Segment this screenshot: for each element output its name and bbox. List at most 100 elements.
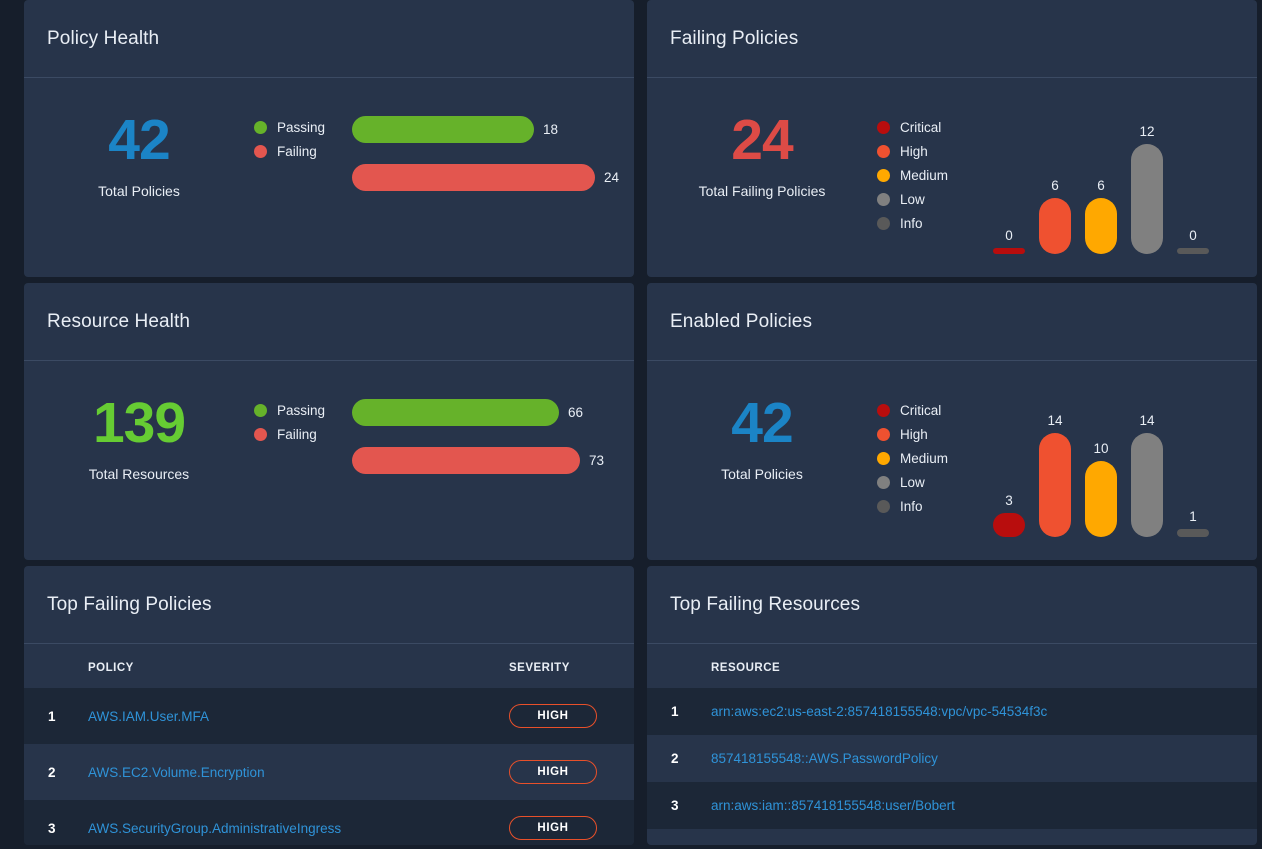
bar-column-low: 14 — [1131, 387, 1163, 537]
status-badge: HIGH — [509, 816, 597, 840]
table-head: RESOURCE — [647, 644, 1257, 688]
severity-cell: HIGH — [509, 800, 634, 845]
card-top-failing-policies: Top Failing Policies POLICY SEVERITY 1 AW… — [24, 566, 634, 845]
bar-critical — [993, 248, 1025, 254]
metric-value-resource-health: 139 — [92, 391, 186, 455]
metric-label-resource-health: Total Resources — [88, 466, 190, 482]
legend-item-info: Info — [877, 211, 975, 235]
resource-link-text[interactable]: arn:aws:ec2:us-east-2:857418155548:vpc/v… — [711, 704, 1047, 719]
table-row[interactable]: 1 arn:aws:ec2:us-east-2:857418155548:vpc/… — [647, 688, 1257, 735]
bar-passing — [352, 398, 559, 426]
resource-link-text[interactable]: 857418155548::AWS.PasswordPolicy — [711, 751, 938, 766]
legend-label: Failing — [277, 143, 317, 159]
bar-value-label: 0 — [1005, 228, 1013, 243]
table-row[interactable]: 2 AWS.EC2.Volume.Encryption HIGH — [24, 744, 634, 800]
bar-chart-enabled-policies: 3 14 10 14 1 — [975, 387, 1257, 537]
row-rank: 2 — [671, 751, 679, 766]
policy-link-text[interactable]: AWS.IAM.User.MFA — [88, 709, 209, 724]
table-row[interactable]: 1 AWS.IAM.User.MFA HIGH — [24, 688, 634, 744]
bar-value-label: 6 — [1097, 178, 1105, 193]
legend-label: High — [900, 426, 928, 442]
bar-high — [1039, 433, 1071, 537]
table-header-row: RESOURCE — [647, 644, 1257, 688]
legend-swatch-icon — [877, 120, 890, 134]
dashboard-grid: Policy Health 42 Total Policies Passing F… — [0, 0, 1262, 849]
policy-link[interactable]: AWS.EC2.Volume.Encryption — [88, 744, 509, 800]
bar-row-failing: 73 — [352, 440, 634, 480]
legend-swatch-icon — [877, 192, 890, 206]
bar-chart-failing-policies: 0 6 6 12 0 — [975, 104, 1257, 254]
legend-item-critical: Critical — [877, 115, 975, 139]
legend-label: High — [900, 143, 928, 159]
card-header-top-failing-policies: Top Failing Policies — [24, 566, 634, 644]
metric-resource-health: 139 Total Resources — [24, 387, 254, 483]
legend-item-info: Info — [877, 494, 975, 518]
bar-low — [1131, 433, 1163, 537]
bar-failing — [352, 163, 595, 191]
legend-failing-policies: Critical High Medium Low Info — [877, 104, 975, 235]
bar-value-label: 73 — [589, 452, 605, 468]
metric-label-policy-health: Total Policies — [98, 183, 180, 199]
table-top-failing-resources: RESOURCE 1 arn:aws:ec2:us-east-2:85741815… — [647, 644, 1257, 829]
legend-item-passing: Passing — [254, 115, 352, 139]
metric-value-enabled-policies: 42 — [731, 391, 793, 455]
card-body-top-failing-policies: POLICY SEVERITY 1 AWS.IAM.User.MFA HIGH 2 AW… — [24, 644, 634, 845]
resource-link[interactable]: 857418155548::AWS.PasswordPolicy — [711, 735, 1257, 782]
row-rank: 2 — [48, 764, 56, 780]
legend-label: Medium — [900, 167, 949, 183]
page-title-top-failing-policies: Top Failing Policies — [47, 593, 212, 615]
legend-label: Critical — [900, 402, 942, 418]
bar-column-high: 6 — [1039, 104, 1071, 254]
policy-link-text[interactable]: AWS.SecurityGroup.AdministrativeIngress — [88, 821, 341, 836]
column-header-rank — [24, 644, 88, 688]
bar-medium — [1085, 461, 1117, 537]
column-header-severity: SEVERITY — [509, 662, 570, 674]
severity-cell: HIGH — [509, 744, 634, 800]
card-header-failing-policies: Failing Policies — [647, 0, 1257, 78]
legend-item-failing: Failing — [254, 139, 352, 163]
legend-item-high: High — [877, 139, 975, 163]
bar-info — [1177, 248, 1209, 254]
bar-low — [1131, 144, 1163, 254]
table-head: POLICY SEVERITY — [24, 644, 634, 688]
table-body-resources: 1 arn:aws:ec2:us-east-2:857418155548:vpc/… — [647, 688, 1257, 829]
bar-value-label: 24 — [604, 169, 620, 185]
policy-link[interactable]: AWS.SecurityGroup.AdministrativeIngress — [88, 800, 509, 845]
policy-link-text[interactable]: AWS.EC2.Volume.Encryption — [88, 765, 265, 780]
metric-policy-health: 42 Total Policies — [24, 104, 254, 200]
table-row[interactable]: 3 AWS.SecurityGroup.AdministrativeIngress… — [24, 800, 634, 845]
card-body-resource-health: 139 Total Resources Passing Failing 66 73 — [24, 361, 634, 560]
bar-medium — [1085, 198, 1117, 254]
row-rank: 3 — [24, 800, 88, 845]
legend-item-failing: Failing — [254, 422, 352, 446]
metric-value-policy-health: 42 — [108, 108, 170, 172]
card-header-policy-health: Policy Health — [24, 0, 634, 78]
bar-value-label: 6 — [1051, 178, 1059, 193]
legend-item-passing: Passing — [254, 398, 352, 422]
legend-label: Failing — [277, 426, 317, 442]
resource-link-text[interactable]: arn:aws:iam::857418155548:user/Bobert — [711, 798, 955, 813]
legend-swatch-icon — [254, 403, 267, 417]
legend-swatch-icon — [877, 403, 890, 417]
table-row[interactable]: 2 857418155548::AWS.PasswordPolicy — [647, 735, 1257, 782]
page-title-policy-health: Policy Health — [47, 27, 160, 49]
legend-swatch-icon — [877, 216, 890, 230]
legend-swatch-icon — [254, 427, 267, 441]
bar-column-high: 14 — [1039, 387, 1071, 537]
table-row[interactable]: 3 arn:aws:iam::857418155548:user/Bobert — [647, 782, 1257, 829]
legend-label: Low — [900, 474, 925, 490]
resource-link[interactable]: arn:aws:iam::857418155548:user/Bobert — [711, 782, 1257, 829]
bar-value-label: 12 — [1139, 124, 1155, 139]
bar-column-info: 0 — [1177, 104, 1209, 254]
resource-link[interactable]: arn:aws:ec2:us-east-2:857418155548:vpc/v… — [711, 688, 1257, 735]
row-rank: 1 — [647, 688, 711, 735]
bar-chart-resource-health: 66 73 — [352, 387, 634, 488]
metric-failing-policies: 24 Total Failing Policies — [647, 104, 877, 200]
card-body-enabled-policies: 42 Total Policies Critical High Medium Low I… — [647, 361, 1257, 560]
legend-item-low: Low — [877, 187, 975, 211]
legend-swatch-icon — [877, 451, 890, 465]
page-title-top-failing-resources: Top Failing Resources — [670, 593, 861, 615]
policy-link[interactable]: AWS.IAM.User.MFA — [88, 688, 509, 744]
bar-failing — [352, 446, 580, 474]
card-failing-policies: Failing Policies 24 Total Failing Polici… — [647, 0, 1257, 277]
